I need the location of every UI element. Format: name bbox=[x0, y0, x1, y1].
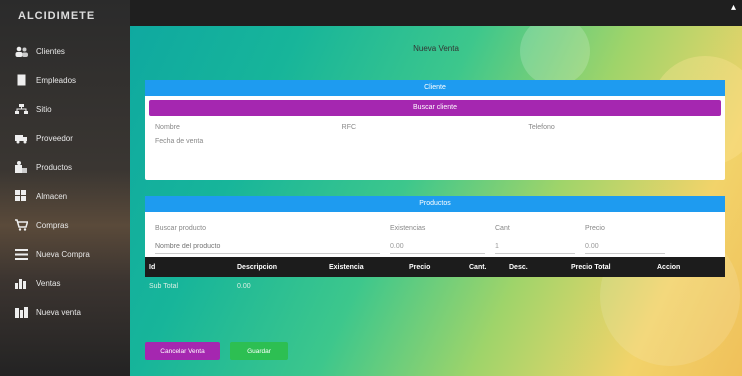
sidebar-item-proveedor[interactable]: Proveedor bbox=[0, 125, 130, 151]
top-bar: ▴ bbox=[130, 0, 742, 26]
table-row: Sub Total 0.00 bbox=[145, 277, 725, 295]
quantity-input[interactable] bbox=[495, 240, 575, 254]
product-card-header: Productos bbox=[145, 196, 725, 212]
client-card: Cliente Buscar cliente Nombre RFC Telefo… bbox=[145, 80, 725, 180]
product-inputs-row bbox=[145, 239, 725, 255]
page-title: Nueva Venta bbox=[413, 44, 459, 53]
client-card-header: Cliente bbox=[145, 80, 725, 96]
id-card-icon bbox=[14, 74, 28, 86]
sitemap-icon bbox=[14, 103, 28, 115]
product-search-label: Buscar producto bbox=[155, 224, 206, 232]
column-header-discount: Desc. bbox=[509, 263, 528, 271]
sidebar-item-label: Compras bbox=[36, 220, 69, 230]
sidebar-item-label: Productos bbox=[36, 162, 73, 172]
column-header-quantity: Cant. bbox=[469, 263, 487, 271]
brand-logo[interactable]: ALCIDIMETE bbox=[0, 0, 130, 38]
sidebar-item-productos[interactable]: Productos bbox=[0, 154, 130, 180]
column-header-action: Accion bbox=[657, 263, 681, 271]
background-decoration bbox=[520, 26, 590, 86]
sidebar-item-sitio[interactable]: Sitio bbox=[0, 96, 130, 122]
list-icon bbox=[14, 248, 28, 260]
client-name-label: Nombre bbox=[155, 123, 180, 131]
sale-date-label: Fecha de venta bbox=[155, 137, 204, 145]
table-header: Id Descripcion Existencia Precio Cant. D… bbox=[145, 257, 725, 277]
price-label: Precio bbox=[585, 224, 605, 232]
sidebar-item-label: Nueva venta bbox=[36, 307, 81, 317]
sale-items-table: Id Descripcion Existencia Precio Cant. D… bbox=[145, 257, 725, 295]
client-info-row: Nombre RFC Telefono bbox=[145, 120, 725, 134]
sidebar-item-clientes[interactable]: Clientes bbox=[0, 38, 130, 64]
sidebar-item-empleados[interactable]: Empleados bbox=[0, 67, 130, 93]
sidebar-item-label: Ventas bbox=[36, 278, 61, 288]
price-input bbox=[585, 240, 665, 254]
save-sale-button[interactable]: Guardar bbox=[230, 342, 288, 360]
sidebar-item-label: Empleados bbox=[36, 75, 77, 85]
main-content: Nueva Venta Cliente Buscar cliente Nombr… bbox=[130, 26, 742, 376]
sidebar-item-label: Proveedor bbox=[36, 133, 73, 143]
cash-icon bbox=[14, 306, 28, 318]
product-name-input[interactable] bbox=[155, 240, 380, 254]
box-icon bbox=[14, 161, 28, 173]
user-menu-icon[interactable]: ▴ bbox=[731, 2, 736, 13]
subtotal-value: 0.00 bbox=[237, 282, 251, 290]
search-client-button[interactable]: Buscar cliente bbox=[149, 100, 721, 116]
column-header-description: Descripcion bbox=[237, 263, 278, 271]
column-header-total: Precio Total bbox=[571, 263, 611, 271]
sidebar-item-nueva-venta[interactable]: Nueva venta bbox=[0, 299, 130, 325]
client-rfc-label: RFC bbox=[341, 123, 357, 131]
sidebar-item-almacen[interactable]: Almacen bbox=[0, 183, 130, 209]
client-phone-label: Telefono bbox=[528, 123, 555, 131]
sidebar-item-label: Nueva Compra bbox=[36, 249, 90, 259]
stock-label: Existencias bbox=[390, 224, 426, 232]
sidebar-item-ventas[interactable]: Ventas bbox=[0, 270, 130, 296]
column-header-stock: Existencia bbox=[329, 263, 364, 271]
sidebar-item-compras[interactable]: Compras bbox=[0, 212, 130, 238]
truck-icon bbox=[14, 132, 28, 144]
warehouse-icon bbox=[14, 190, 28, 202]
users-icon bbox=[14, 45, 28, 57]
chart-icon bbox=[14, 277, 28, 289]
sidebar-item-label: Almacen bbox=[36, 191, 68, 201]
sidebar-item-label: Clientes bbox=[36, 46, 65, 56]
sidebar-item-label: Sitio bbox=[36, 104, 52, 114]
cancel-sale-button[interactable]: Cancelar Venta bbox=[145, 342, 220, 360]
column-header-price: Precio bbox=[409, 263, 431, 271]
sale-date-row: Fecha de venta bbox=[145, 134, 725, 148]
product-labels-row: Buscar producto Existencias Cant Precio bbox=[145, 220, 725, 236]
cart-icon bbox=[14, 219, 28, 231]
quantity-label: Cant bbox=[495, 224, 510, 232]
subtotal-label: Sub Total bbox=[149, 282, 179, 290]
column-header-id: Id bbox=[149, 263, 156, 271]
sidebar-item-nueva-compra[interactable]: Nueva Compra bbox=[0, 241, 130, 267]
stock-input bbox=[390, 240, 485, 254]
sidebar: ALCIDIMETE Clientes Empleados Sitio Prov… bbox=[0, 0, 130, 376]
